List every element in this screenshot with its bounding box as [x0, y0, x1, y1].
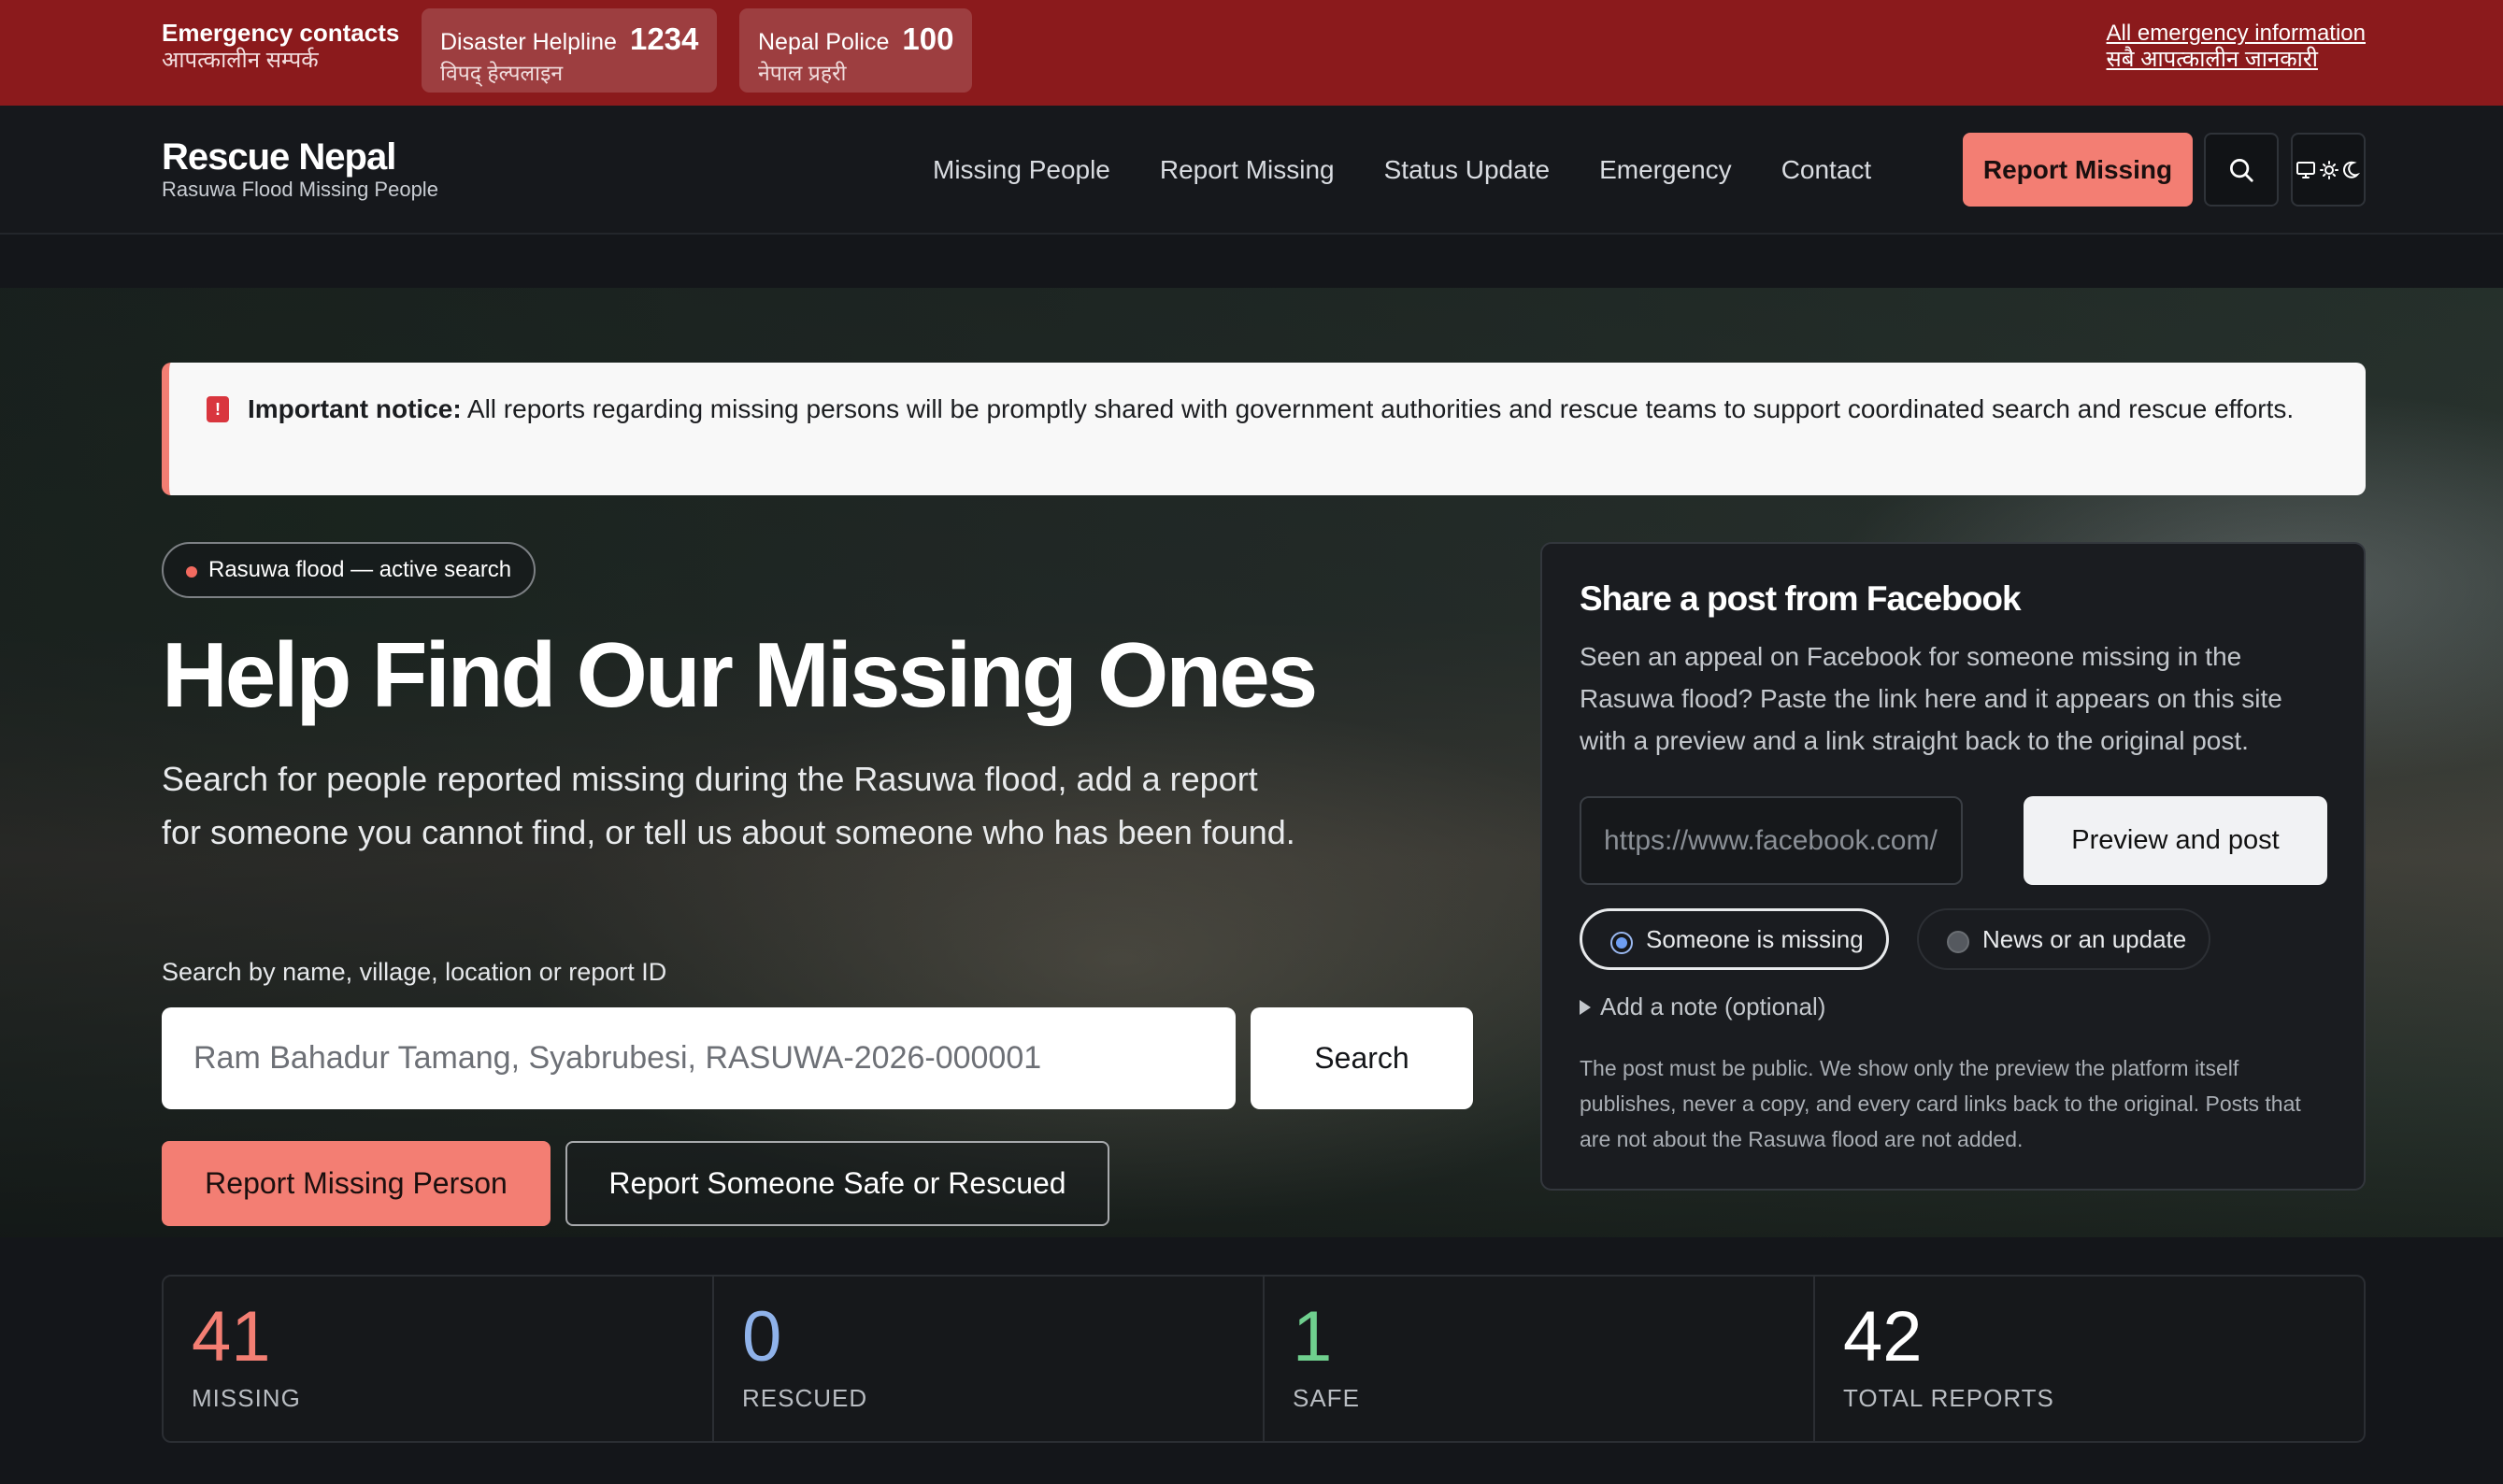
search-label: Search by name, village, location or rep…: [162, 958, 667, 986]
brand-logo[interactable]: Rescue Nepal Rasuwa Flood Missing People: [162, 136, 438, 202]
report-missing-person-button[interactable]: Report Missing Person: [162, 1141, 551, 1226]
stat-safe-label: SAFE: [1293, 1384, 1360, 1412]
disaster-helpline-pill[interactable]: Disaster Helpline 1234 विपद् हेल्पलाइन: [422, 8, 718, 93]
radio-someone-missing-label: Someone is missing: [1646, 924, 1864, 953]
all-emergency-info-link-en[interactable]: All emergency information: [2107, 21, 2366, 47]
nepal-police-number: 100: [902, 21, 954, 56]
stat-rescued: 0 RESCUED: [714, 1277, 1265, 1441]
nav-link-missing-people[interactable]: Missing People: [933, 155, 1110, 185]
emergency-contacts-label: Emergency contacts: [162, 19, 400, 47]
brand-subtitle: Rasuwa Flood Missing People: [162, 178, 438, 201]
radio-unchecked-icon: [1947, 931, 1969, 953]
add-note-label: Add a note (optional): [1600, 992, 1826, 1020]
stat-missing-value: 41: [192, 1297, 271, 1377]
stat-safe: 1 SAFE: [1265, 1277, 1815, 1441]
nav-report-missing-button[interactable]: Report Missing: [1963, 133, 2193, 207]
hero-section: ! Important notice: All reports regardin…: [0, 288, 2503, 1237]
disclosure-triangle-icon: [1580, 1000, 1591, 1015]
active-search-badge-label: Rasuwa flood — active search: [208, 557, 512, 582]
stat-total-value: 42: [1843, 1297, 1923, 1377]
nepal-police-label-np: नेपाल प्रहरी: [758, 61, 847, 85]
emergency-bar: Emergency contacts आपत्कालीन सम्पर्क Dis…: [0, 0, 2503, 106]
radio-news-update-label: News or an update: [1982, 924, 2187, 953]
facebook-share-title: Share a post from Facebook: [1580, 579, 2022, 618]
search-button[interactable]: [2204, 133, 2279, 207]
facebook-url-input[interactable]: [1580, 796, 1963, 885]
theme-toggle-button[interactable]: [2291, 133, 2366, 207]
search-input[interactable]: [162, 1007, 1236, 1109]
stat-total-reports: 42 TOTAL REPORTS: [1815, 1277, 2364, 1441]
emergency-contacts-label-np: आपत्कालीन सम्पर्क: [162, 48, 319, 73]
page-title: Help Find Our Missing Ones: [162, 623, 1318, 726]
radio-checked-icon: [1610, 932, 1633, 954]
stat-missing-label: MISSING: [192, 1384, 301, 1412]
theme-toggle-icon: [2296, 160, 2361, 179]
live-dot-icon: [186, 566, 197, 578]
stat-safe-value: 1: [1293, 1297, 1333, 1377]
search-icon: [2230, 158, 2253, 182]
report-safe-button[interactable]: Report Someone Safe or Rescued: [565, 1141, 1109, 1226]
preview-and-post-button[interactable]: Preview and post: [2024, 796, 2327, 885]
nav-links: Missing People Report Missing Status Upd…: [933, 106, 1921, 235]
disaster-helpline-label-np: विपद् हेल्पलाइन: [440, 61, 564, 85]
nav-link-status-update[interactable]: Status Update: [1384, 155, 1550, 185]
nav-link-report-missing[interactable]: Report Missing: [1160, 155, 1335, 185]
all-emergency-info-link[interactable]: All emergency information सबै आपत्कालीन …: [2107, 21, 2366, 73]
nav-link-emergency[interactable]: Emergency: [1599, 155, 1732, 185]
facebook-share-description: Seen an appeal on Facebook for someone m…: [1580, 642, 2282, 755]
search-submit-button[interactable]: Search: [1251, 1007, 1473, 1109]
notice-body: All reports regarding missing persons wi…: [466, 394, 2295, 423]
nav-link-contact[interactable]: Contact: [1781, 155, 1872, 185]
all-emergency-info-link-np[interactable]: सबै आपत्कालीन जानकारी: [2107, 47, 2366, 73]
emergency-contacts-heading: Emergency contacts आपत्कालीन सम्पर्क: [162, 19, 399, 75]
radio-news-update[interactable]: News or an update: [1917, 908, 2211, 970]
nepal-police-label: Nepal Police: [758, 29, 890, 55]
disaster-helpline-number: 1234: [629, 21, 699, 56]
stat-rescued-value: 0: [742, 1297, 782, 1377]
stat-total-label: TOTAL REPORTS: [1843, 1384, 2054, 1412]
disaster-helpline-label: Disaster Helpline: [440, 29, 617, 55]
brand-title: Rescue Nepal: [162, 136, 396, 178]
active-search-badge: Rasuwa flood — active search: [162, 542, 536, 598]
stat-missing: 41 MISSING: [164, 1277, 714, 1441]
add-note-toggle[interactable]: Add a note (optional): [1580, 992, 1825, 1021]
stats-panel: 41 MISSING 0 RESCUED 1 SAFE 42 TOTAL REP…: [162, 1275, 2366, 1443]
important-notice: ! Important notice: All reports regardin…: [162, 363, 2366, 495]
nepal-police-pill[interactable]: Nepal Police 100 नेपाल प्रहरी: [739, 8, 973, 93]
facebook-share-card: Share a post from Facebook Seen an appea…: [1540, 542, 2366, 1191]
notice-text: Important notice: All reports regarding …: [248, 389, 2304, 430]
hero-lead: Search for people reported missing durin…: [162, 760, 1295, 851]
notice-title: Important notice:: [248, 394, 462, 423]
radio-someone-missing[interactable]: Someone is missing: [1580, 908, 1889, 970]
facebook-fine-print: The post must be public. We show only th…: [1580, 1056, 2301, 1151]
stat-rescued-label: RESCUED: [742, 1384, 868, 1412]
main-nav: Rescue Nepal Rasuwa Flood Missing People…: [0, 106, 2503, 235]
siren-icon: !: [207, 396, 229, 422]
